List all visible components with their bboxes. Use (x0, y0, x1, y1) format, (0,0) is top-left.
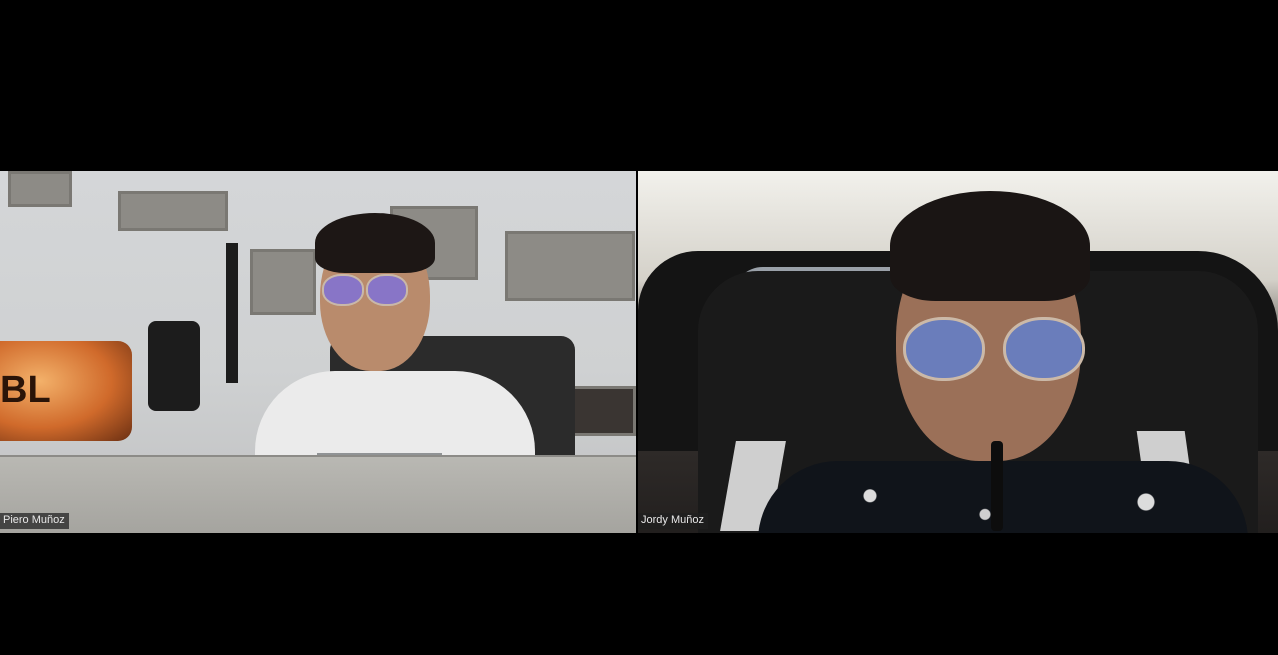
wall-shelf (8, 171, 72, 207)
hair (315, 213, 435, 273)
microphone (148, 321, 200, 411)
participant-name-label: Jordy Muñoz (638, 513, 708, 529)
lapel-microphone (991, 441, 1003, 531)
shirt-pattern (778, 471, 1238, 533)
participant-name-label: Piero Muñoz (0, 513, 69, 529)
wall-shelf (118, 191, 228, 231)
glasses (322, 274, 408, 306)
participant-video-tile-jordy[interactable]: Jordy Muñoz (638, 171, 1278, 533)
wall-shelf (570, 386, 636, 436)
speaker-brand-text: BL (0, 369, 51, 411)
microphone-arm (226, 243, 238, 383)
hair (890, 191, 1090, 301)
glasses (903, 317, 1088, 381)
speaker-device: BL (0, 341, 132, 441)
participant-video-tile-piero[interactable]: BL Piero Muñoz (0, 171, 636, 533)
video-call-stage: BL Piero Muñoz Jordy Muñoz (0, 0, 1278, 655)
desk (0, 455, 636, 533)
